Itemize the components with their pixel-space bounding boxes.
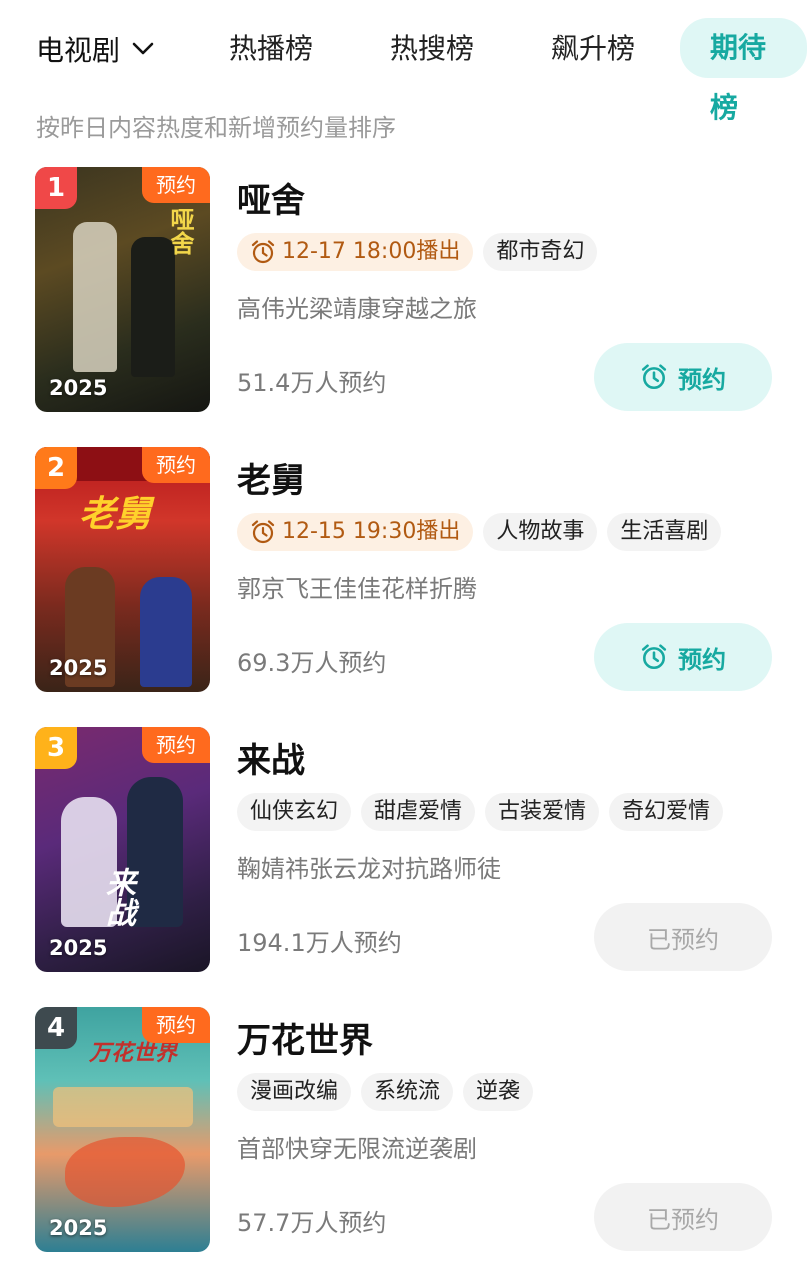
item-title[interactable]: 老舅 bbox=[237, 453, 305, 502]
reserve-badge: 预约 bbox=[142, 1007, 210, 1043]
item-description: 鞠婧祎张云龙对抗路师徒 bbox=[237, 855, 501, 883]
rank-badge: 2 bbox=[35, 447, 77, 489]
rank-badge: 3 bbox=[35, 727, 77, 769]
item-title[interactable]: 哑舍 bbox=[237, 173, 305, 222]
poster[interactable]: 来战 3 预约 2025 bbox=[35, 727, 210, 972]
tag-row: 仙侠玄幻 甜虐爱情 古装爱情 奇幻爱情 bbox=[237, 793, 724, 831]
genre-tag: 生活喜剧 bbox=[607, 513, 722, 551]
item-title[interactable]: 来战 bbox=[237, 733, 305, 782]
item-description: 高伟光梁靖康穿越之旅 bbox=[237, 295, 477, 323]
tab-hot-play[interactable]: 热播榜 bbox=[229, 26, 313, 72]
reserved-button[interactable]: 已预约 bbox=[594, 1183, 772, 1251]
poster[interactable]: 万花世界 4 预约 2025 bbox=[35, 1007, 210, 1252]
air-time-tag: 12-15 19:30播出 bbox=[237, 513, 474, 551]
poster-title-art: 来战 bbox=[100, 867, 135, 927]
tab-anticipated[interactable]: 期待榜 bbox=[680, 18, 807, 124]
genre-tag: 系统流 bbox=[361, 1073, 454, 1111]
poster-title-art: 老舅 bbox=[79, 494, 152, 535]
item-description: 首部快穿无限流逆袭剧 bbox=[237, 1135, 477, 1163]
reserve-button[interactable]: 预约 bbox=[594, 623, 772, 691]
list-item[interactable]: 老舅 2 预约 2025 老舅 12-15 19:30播出 人物故事 生活喜剧 … bbox=[0, 447, 807, 697]
genre-tag: 奇幻爱情 bbox=[609, 793, 724, 831]
air-time-tag: 12-17 18:00播出 bbox=[237, 233, 474, 271]
reserve-button[interactable]: 预约 bbox=[594, 343, 772, 411]
list-item[interactable]: 哑舍 1 预约 2025 哑舍 12-17 18:00播出 都市奇幻 高伟光梁靖… bbox=[0, 167, 807, 417]
year-label: 2025 bbox=[49, 936, 108, 960]
reservation-count: 57.7万人预约 bbox=[237, 1209, 387, 1237]
alarm-clock-icon bbox=[251, 240, 275, 264]
poster[interactable]: 哑舍 1 预约 2025 bbox=[35, 167, 210, 412]
genre-tag: 都市奇幻 bbox=[483, 233, 598, 271]
year-label: 2025 bbox=[49, 1216, 108, 1240]
genre-tag: 仙侠玄幻 bbox=[237, 793, 352, 831]
rank-badge: 1 bbox=[35, 167, 77, 209]
list-item[interactable]: 来战 3 预约 2025 来战 仙侠玄幻 甜虐爱情 古装爱情 奇幻爱情 鞠婧祎张… bbox=[0, 727, 807, 977]
genre-tag: 逆袭 bbox=[463, 1073, 534, 1111]
reserve-badge: 预约 bbox=[142, 447, 210, 483]
year-label: 2025 bbox=[49, 376, 108, 400]
tag-row: 12-15 19:30播出 人物故事 生活喜剧 bbox=[237, 513, 722, 551]
reservation-count: 51.4万人预约 bbox=[237, 369, 387, 397]
category-dropdown[interactable]: 电视剧 bbox=[36, 26, 154, 72]
tab-hot-search[interactable]: 热搜榜 bbox=[390, 26, 474, 72]
category-label: 电视剧 bbox=[36, 34, 121, 67]
tag-row: 漫画改编 系统流 逆袭 bbox=[237, 1073, 534, 1111]
reserved-button[interactable]: 已预约 bbox=[594, 903, 772, 971]
ranking-description: 按昨日内容热度和新增预约量排序 bbox=[36, 114, 396, 142]
poster[interactable]: 老舅 2 预约 2025 bbox=[35, 447, 210, 692]
item-title[interactable]: 万花世界 bbox=[237, 1013, 373, 1062]
genre-tag: 甜虐爱情 bbox=[361, 793, 476, 831]
top-tab-bar: 电视剧 热播榜 热搜榜 飙升榜 期待榜 bbox=[0, 0, 807, 124]
year-label: 2025 bbox=[49, 656, 108, 680]
reserve-badge: 预约 bbox=[142, 727, 210, 763]
reservation-count: 194.1万人预约 bbox=[237, 929, 402, 957]
genre-tag: 古装爱情 bbox=[485, 793, 600, 831]
reserve-badge: 预约 bbox=[142, 167, 210, 203]
genre-tag: 漫画改编 bbox=[237, 1073, 352, 1111]
tag-row: 12-17 18:00播出 都市奇幻 bbox=[237, 233, 598, 271]
list-item[interactable]: 万花世界 4 预约 2025 万花世界 漫画改编 系统流 逆袭 首部快穿无限流逆… bbox=[0, 1007, 807, 1257]
alarm-clock-icon bbox=[641, 364, 667, 390]
item-description: 郭京飞王佳佳花样折腾 bbox=[237, 575, 477, 603]
alarm-clock-icon bbox=[641, 644, 667, 670]
genre-tag: 人物故事 bbox=[483, 513, 598, 551]
rank-badge: 4 bbox=[35, 1007, 77, 1049]
chevron-down-icon bbox=[132, 42, 154, 55]
tab-rising[interactable]: 飙升榜 bbox=[551, 26, 635, 72]
poster-title-art: 哑舍 bbox=[166, 207, 194, 255]
alarm-clock-icon bbox=[251, 520, 275, 544]
reservation-count: 69.3万人预约 bbox=[237, 649, 387, 677]
